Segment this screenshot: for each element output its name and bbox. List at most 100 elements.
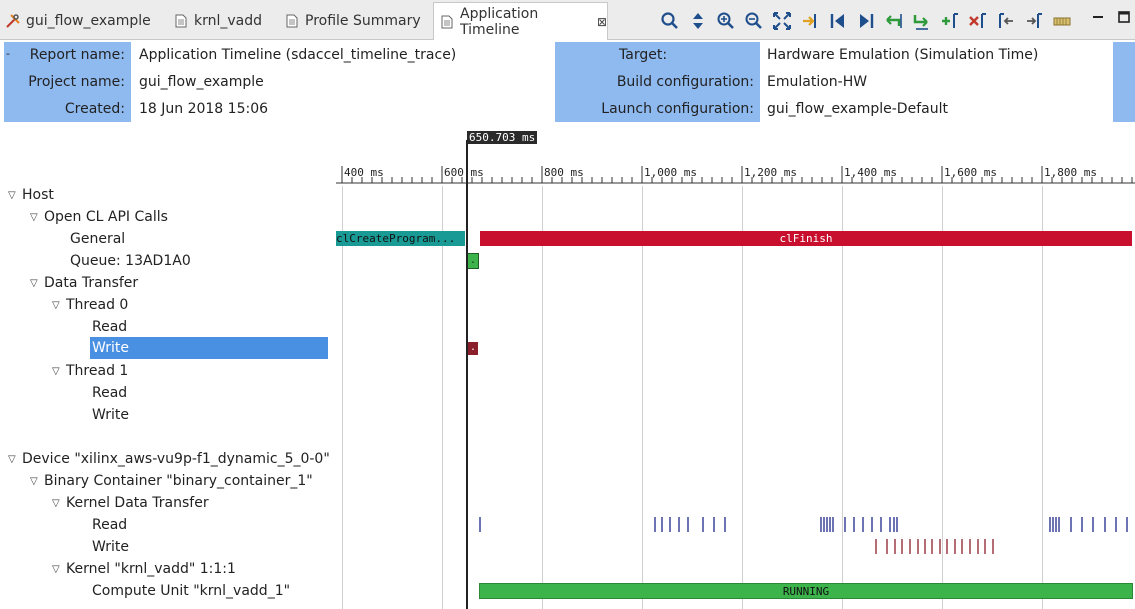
zoom-out-icon[interactable] <box>744 11 764 31</box>
tree-label: Read <box>92 517 128 533</box>
remove-marker-icon[interactable] <box>968 11 988 31</box>
tree-label: Queue: 13AD1A0 <box>70 253 191 269</box>
tree-row-thread-1-write[interactable]: Write <box>92 404 129 426</box>
tree-row-host[interactable]: ▽ Host <box>8 184 54 206</box>
target-label: Target: <box>619 47 668 63</box>
tree-row-kernel-krnl-vadd[interactable]: ▽ Kernel "krnl_vadd" 1:1:1 <box>52 558 236 580</box>
collapse-icon[interactable]: ▽ <box>30 476 44 487</box>
zoom-fit-icon[interactable] <box>772 11 792 31</box>
created-value: 18 Jun 2018 15:06 <box>133 96 548 122</box>
clcreateprogram-event[interactable]: clCreateProgram... <box>336 231 465 246</box>
gridline <box>1042 186 1043 609</box>
tab-gui-flow-example[interactable]: gui_flow_example <box>6 2 151 39</box>
gridline <box>642 186 643 609</box>
next-event-icon[interactable] <box>856 11 876 31</box>
tree-row-opencl-api-calls[interactable]: ▽ Open CL API Calls <box>30 206 168 228</box>
tree-label: General <box>70 231 126 247</box>
legend-icon[interactable] <box>1052 11 1072 31</box>
document-icon <box>441 15 453 28</box>
tree-label: Write <box>92 407 129 423</box>
thread0-write-event[interactable]: . <box>468 342 478 355</box>
expand-collapse-icon[interactable] <box>688 11 708 31</box>
ruler-tick-label: 800 ms <box>544 166 584 179</box>
clfinish-event[interactable]: clFinish <box>480 231 1132 246</box>
document-icon <box>286 14 298 27</box>
previous-event-icon[interactable] <box>828 11 848 31</box>
ruler-tick-label: 400 ms <box>344 166 384 179</box>
project-tools-icon <box>6 13 20 28</box>
tree-label: Read <box>92 385 128 401</box>
tree-label: Write <box>92 539 129 555</box>
zoom-in-icon[interactable] <box>716 11 736 31</box>
time-cursor[interactable] <box>466 140 468 609</box>
target-value: Hardware Emulation (Simulation Time) <box>761 42 1111 68</box>
report-name-value: Application Timeline (sdaccel_timeline_t… <box>133 42 548 68</box>
gridline <box>842 186 843 609</box>
collapse-icon[interactable]: ▽ <box>52 564 66 575</box>
tree-row-device[interactable]: ▽ Device "xilinx_aws-vu9p-f1_dynamic_5_0-… <box>8 448 330 470</box>
next-marker-icon[interactable] <box>1024 11 1044 31</box>
tree-row-kernel-data-transfer[interactable]: ▽ Kernel Data Transfer <box>52 492 209 514</box>
compute-unit-running-event[interactable]: RUNNING <box>479 583 1133 599</box>
ruler-tick-label: 1,400 ms <box>844 166 897 179</box>
tree-label: Thread 1 <box>66 363 129 379</box>
tree-row-compute-unit[interactable]: Compute Unit "krnl_vadd_1" <box>92 580 290 602</box>
build-configuration-label: Build configuration: <box>616 74 754 90</box>
tab-label: Profile Summary <box>305 12 421 29</box>
document-icon <box>175 14 187 27</box>
next-transaction-icon[interactable] <box>912 11 932 31</box>
editor-tab-bar: gui_flow_example krnl_vadd Profile Summa… <box>0 0 1135 40</box>
maximize-icon[interactable] <box>1117 10 1131 24</box>
previous-transaction-icon[interactable] <box>884 11 904 31</box>
tree-row-thread-1-read[interactable]: Read <box>92 382 127 404</box>
collapse-icon[interactable]: ▽ <box>52 498 66 509</box>
goto-marker-icon[interactable] <box>800 11 820 31</box>
tree-row-thread-0-write[interactable]: Write <box>90 337 328 359</box>
tab-krnl-vadd[interactable]: krnl_vadd <box>174 2 262 39</box>
ruler-tick-label: 1,200 ms <box>744 166 797 179</box>
project-name-label: Project name: <box>14 69 131 95</box>
collapse-icon[interactable]: ▽ <box>30 212 44 223</box>
time-cursor-label: 650.703 ms <box>467 131 538 144</box>
add-marker-icon[interactable] <box>940 11 960 31</box>
tree-label: Compute Unit "krnl_vadd_1" <box>92 583 291 599</box>
launch-configuration-label: Launch configuration: <box>601 101 754 117</box>
gridline <box>742 186 743 609</box>
tree-label: Thread 0 <box>66 297 129 313</box>
close-tab-icon[interactable]: ⊠ <box>597 15 607 29</box>
build-configuration-value: Emulation-HW <box>761 69 1111 95</box>
tab-application-timeline[interactable]: Application Timeline ⊠ <box>433 2 608 40</box>
collapse-icon[interactable]: ▽ <box>52 300 66 311</box>
collapse-header-button[interactable]: - <box>4 40 14 66</box>
tree-label: Binary Container "binary_container_1" <box>44 473 313 489</box>
time-ruler[interactable]: 400 ms 600 ms 800 ms 1,000 ms 1,200 ms 1… <box>336 164 1135 186</box>
tree-row-binary-container[interactable]: ▽ Binary Container "binary_container_1" <box>30 470 313 492</box>
report-header: - Report name: Application Timeline (sda… <box>0 40 1135 124</box>
collapse-icon[interactable]: ▽ <box>8 454 22 465</box>
tab-profile-summary[interactable]: Profile Summary <box>285 2 421 39</box>
tree-row-queue[interactable]: Queue: 13AD1A0 <box>70 250 191 272</box>
tree-row-kernel-write[interactable]: Write <box>92 536 129 558</box>
previous-marker-icon[interactable] <box>996 11 1016 31</box>
search-icon[interactable] <box>660 11 680 31</box>
tree-row-data-transfer[interactable]: ▽ Data Transfer <box>30 272 138 294</box>
tree-row-thread-0-read[interactable]: Read <box>92 316 127 338</box>
queue-event[interactable]: . <box>467 253 479 269</box>
collapse-icon[interactable]: ▽ <box>52 366 66 377</box>
tree-row-kernel-read[interactable]: Read <box>92 514 127 536</box>
gridline <box>442 186 443 609</box>
tree-row-general[interactable]: General <box>70 228 125 250</box>
collapse-icon[interactable]: ▽ <box>30 278 44 289</box>
gridline <box>542 186 543 609</box>
minimize-icon[interactable] <box>1091 10 1105 24</box>
ruler-tick-label: 1,000 ms <box>644 166 697 179</box>
tree-label: Open CL API Calls <box>44 209 168 225</box>
tree-label: Kernel "krnl_vadd" 1:1:1 <box>66 561 236 577</box>
collapse-icon[interactable]: ▽ <box>8 190 22 201</box>
ruler-tick-label: 1,800 ms <box>1044 166 1097 179</box>
tree-row-thread-1[interactable]: ▽ Thread 1 <box>52 360 128 382</box>
created-label: Created: <box>14 96 131 122</box>
tree-row-thread-0[interactable]: ▽ Thread 0 <box>52 294 128 316</box>
tree-label: Read <box>92 319 128 335</box>
ruler-tick-label: 1,600 ms <box>944 166 997 179</box>
